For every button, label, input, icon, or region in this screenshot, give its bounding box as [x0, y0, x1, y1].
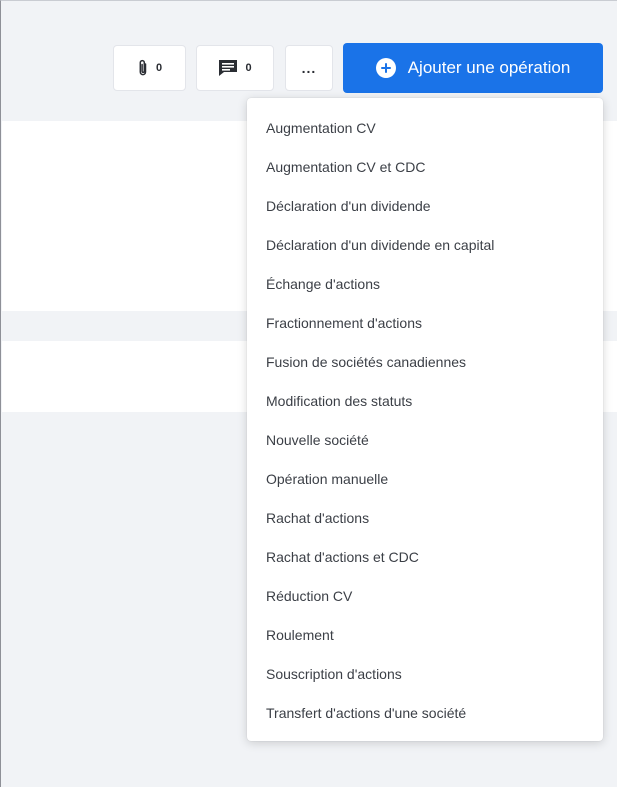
menu-item-augmentation-cv-cdc[interactable]: Augmentation CV et CDC	[247, 147, 603, 186]
menu-item-souscription-actions[interactable]: Souscription d'actions	[247, 654, 603, 693]
app-frame: 0 0 ... Ajouter une opération Augmentati…	[0, 0, 617, 787]
menu-item-declaration-dividende[interactable]: Déclaration d'un dividende	[247, 186, 603, 225]
menu-item-nouvelle-societe[interactable]: Nouvelle société	[247, 420, 603, 459]
menu-item-declaration-dividende-capital[interactable]: Déclaration d'un dividende en capital	[247, 225, 603, 264]
menu-item-roulement[interactable]: Roulement	[247, 615, 603, 654]
operation-type-menu: Augmentation CV Augmentation CV et CDC D…	[247, 98, 603, 741]
plus-circle-icon	[375, 58, 396, 78]
menu-item-reduction-cv[interactable]: Réduction CV	[247, 576, 603, 615]
menu-item-transfert-actions[interactable]: Transfert d'actions d'une société	[247, 693, 603, 732]
menu-item-rachat-actions-cdc[interactable]: Rachat d'actions et CDC	[247, 537, 603, 576]
comments-count: 0	[245, 62, 252, 74]
menu-item-fractionnement-actions[interactable]: Fractionnement d'actions	[247, 303, 603, 342]
menu-item-rachat-actions[interactable]: Rachat d'actions	[247, 498, 603, 537]
paperclip-icon	[137, 59, 149, 77]
more-icon: ...	[301, 60, 317, 76]
attachments-button[interactable]: 0	[113, 45, 186, 91]
menu-item-fusion-societes[interactable]: Fusion de sociétés canadiennes	[247, 342, 603, 381]
menu-item-modification-statuts[interactable]: Modification des statuts	[247, 381, 603, 420]
add-operation-label: Ajouter une opération	[407, 58, 571, 77]
menu-item-echange-actions[interactable]: Échange d'actions	[247, 264, 603, 303]
menu-item-augmentation-cv[interactable]: Augmentation CV	[247, 108, 603, 147]
add-operation-button[interactable]: Ajouter une opération	[343, 43, 603, 93]
menu-item-operation-manuelle[interactable]: Opération manuelle	[247, 459, 603, 498]
more-options-button[interactable]: ...	[285, 45, 333, 91]
comments-button[interactable]: 0	[196, 45, 274, 91]
attachments-count: 0	[155, 62, 163, 74]
comment-icon	[218, 59, 238, 77]
